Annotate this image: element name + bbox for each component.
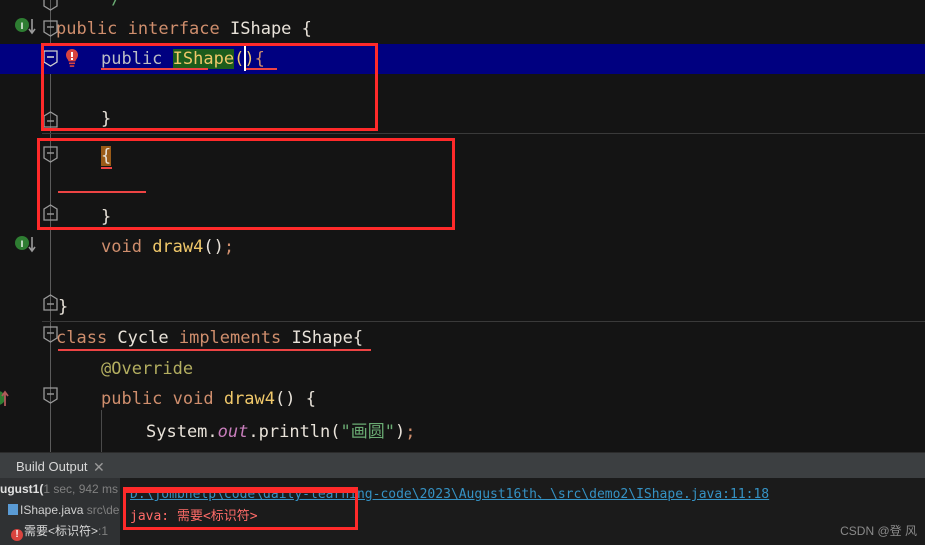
fold-marker[interactable]: [42, 387, 59, 404]
tab-build-output[interactable]: Build Output: [10, 455, 94, 479]
code-line[interactable]: }: [0, 292, 925, 322]
fold-marker[interactable]: [42, 111, 59, 128]
console-error-message: java: 需要<标识符>: [130, 509, 258, 524]
error-bulb-icon[interactable]: [62, 47, 84, 69]
close-icon[interactable]: ✕: [93, 455, 105, 479]
code-text: void draw4();: [101, 237, 235, 257]
error-icon: !: [11, 529, 23, 542]
code-line[interactable]: */: [0, 0, 925, 14]
svg-text:I: I: [21, 239, 24, 249]
error-underline: [101, 167, 112, 169]
code-text: System.out.println("画圆");: [146, 422, 416, 442]
java-file-icon: [8, 504, 18, 516]
code-editor[interactable]: */ public interface IShape { public ISha…: [0, 0, 925, 452]
code-line[interactable]: @Override: [0, 354, 925, 384]
implemented-by-icon[interactable]: I: [14, 235, 36, 257]
fold-marker[interactable]: [42, 326, 59, 343]
file-path-hint: src\de: [86, 503, 120, 517]
code-text: public interface IShape {: [56, 19, 312, 39]
code-text: public void draw4() {: [101, 389, 316, 409]
fold-marker[interactable]: [42, 294, 59, 311]
build-root-label: ugust1(: [0, 482, 44, 496]
code-line[interactable]: }: [0, 104, 925, 134]
error-underline: [58, 349, 371, 351]
file-name: IShape.java: [20, 503, 84, 517]
fold-marker[interactable]: [42, 50, 59, 67]
code-line[interactable]: System.out.println("画圆");: [0, 417, 925, 447]
build-duration: 1 sec, 942 ms: [43, 482, 119, 496]
code-text: }: [58, 297, 69, 317]
code-line[interactable]: }: [0, 202, 925, 232]
brace-match-highlight: {: [101, 146, 112, 166]
error-row-1-line: :1: [98, 524, 109, 538]
code-line[interactable]: void draw4();: [0, 232, 925, 262]
annotation-text: @Override: [101, 359, 194, 379]
ide-window: */ public interface IShape { public ISha…: [0, 0, 925, 545]
fold-marker[interactable]: [42, 146, 59, 163]
indent-guide: [101, 410, 102, 452]
implements-up-icon[interactable]: [0, 386, 16, 408]
panel-tab-bar: Build Output ✕: [0, 452, 925, 480]
watermark: CSDN @登 风: [840, 524, 917, 538]
error-row-1[interactable]: ! 需要<标识符>:1: [0, 521, 120, 542]
build-root-row[interactable]: ugust1(1 sec, 942 ms: [0, 479, 120, 500]
text-caret: [244, 46, 246, 71]
error-underline: [101, 68, 208, 70]
implemented-by-icon[interactable]: I: [14, 17, 36, 39]
code-line[interactable]: public void draw4() {: [0, 384, 925, 414]
fold-marker[interactable]: [42, 20, 59, 37]
fold-marker[interactable]: [42, 0, 59, 11]
code-line[interactable]: public interface IShape {: [0, 14, 925, 44]
build-output-panel: Build Output ✕ ugust1(1 sec, 942 ms ISha…: [0, 452, 925, 545]
file-row[interactable]: IShape.java src\de: [0, 500, 120, 521]
build-tree[interactable]: ugust1(1 sec, 942 ms IShape.java src\de …: [0, 478, 120, 545]
code-text: */: [101, 0, 121, 14]
search-match-highlight: IShape: [172, 49, 235, 69]
svg-text:I: I: [21, 21, 24, 31]
error-underline: [58, 228, 113, 230]
error-row-1-label: 需要<标识符>: [24, 524, 99, 538]
error-underline: [58, 191, 146, 193]
code-line[interactable]: {: [0, 141, 925, 171]
error-underline: [244, 68, 277, 70]
error-box-top-edge: [123, 487, 358, 490]
code-text: }: [101, 109, 112, 129]
fold-marker[interactable]: [42, 204, 59, 221]
